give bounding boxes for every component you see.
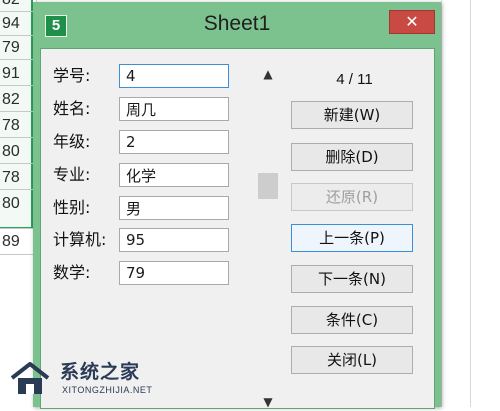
row-divider <box>0 137 37 138</box>
row-divider <box>0 254 37 255</box>
row-divider <box>0 189 37 190</box>
row-divider <box>0 163 37 164</box>
watermark: 系统之家 XITONGZHIJIA.NET <box>0 355 180 407</box>
field-label-gender: 性别: <box>53 198 91 217</box>
major-input[interactable] <box>119 163 229 187</box>
cell-value[interactable]: 94 <box>0 12 30 36</box>
computer-score-input[interactable] <box>119 228 229 252</box>
next-record-button[interactable]: 下一条(N) <box>291 265 413 293</box>
grade-input[interactable] <box>119 130 229 154</box>
math-score-input[interactable] <box>119 261 229 285</box>
scroll-thumb[interactable] <box>258 173 278 199</box>
cell-value[interactable]: 91 <box>0 62 30 86</box>
row-divider <box>0 228 37 229</box>
cell-value[interactable]: 79 <box>0 36 30 60</box>
watermark-subtitle: XITONGZHIJIA.NET <box>62 385 153 395</box>
new-button[interactable]: 新建(W) <box>291 101 413 129</box>
watermark-title: 系统之家 <box>60 361 141 383</box>
record-counter: 4 / 11 <box>336 71 373 88</box>
close-button[interactable]: 关闭(L) <box>291 346 413 374</box>
house-logo-icon <box>10 362 50 394</box>
field-label-grade: 年级: <box>53 132 91 151</box>
cell-value[interactable]: 82 <box>0 88 30 112</box>
column-gridline <box>441 0 442 407</box>
row-divider <box>0 111 37 112</box>
dialog-title: Sheet1 <box>203 12 271 35</box>
cell-value[interactable]: 78 <box>0 114 30 138</box>
row-divider <box>0 59 37 60</box>
scroll-up-icon[interactable]: ▲ <box>257 65 279 83</box>
name-input[interactable] <box>119 97 229 121</box>
student-id-input[interactable] <box>119 64 229 88</box>
gender-input[interactable] <box>119 196 229 220</box>
field-label-computer: 计算机: <box>53 230 107 249</box>
field-label-major: 专业: <box>53 165 91 184</box>
field-label-math: 数学: <box>53 263 91 282</box>
restore-button[interactable]: 还原(R) <box>291 183 413 211</box>
cell-value[interactable]: 89 <box>0 230 30 254</box>
delete-button[interactable]: 删除(D) <box>291 143 413 171</box>
scroll-down-icon[interactable]: ▼ <box>257 393 279 411</box>
previous-record-button[interactable]: 上一条(P) <box>291 224 413 252</box>
cell-value[interactable]: 78 <box>0 166 30 190</box>
row-divider <box>0 85 37 86</box>
field-label-student-id: 学号: <box>53 66 91 85</box>
record-form-dialog: 5 Sheet1 ✕ 学号: 姓名: 年级: 专业: 性别: 计算机: 数学: … <box>33 2 441 411</box>
cell-value[interactable]: 80 <box>0 192 30 216</box>
close-icon[interactable]: ✕ <box>389 10 435 34</box>
field-label-name: 姓名: <box>53 99 91 118</box>
record-scrollbar[interactable]: ▲ ▼ <box>257 61 279 411</box>
cell-value[interactable]: 80 <box>0 140 30 164</box>
criteria-button[interactable]: 条件(C) <box>291 306 413 334</box>
dialog-titlebar[interactable]: 5 Sheet1 ✕ <box>33 2 441 46</box>
